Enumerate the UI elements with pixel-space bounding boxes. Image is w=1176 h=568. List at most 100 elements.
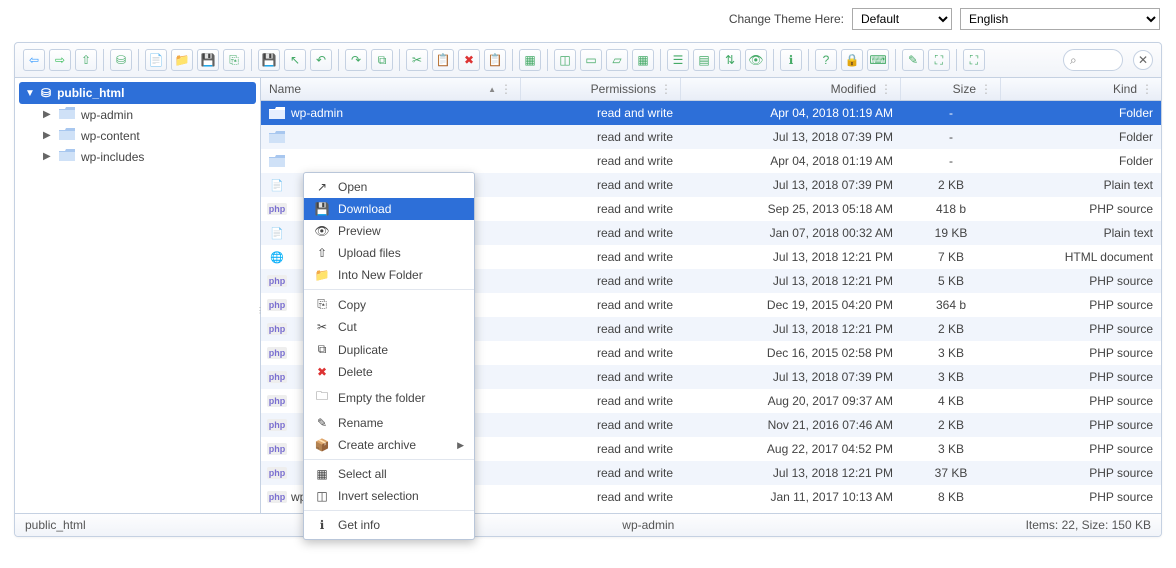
ctx-label: Preview — [338, 224, 381, 238]
preview-tb-button[interactable]: 👁 — [745, 49, 767, 71]
file-row[interactable]: read and writeApr 04, 2018 01:19 AM-Fold… — [261, 149, 1161, 173]
file-modified: Dec 16, 2015 02:58 PM — [681, 343, 901, 363]
ctx-into-new-folder[interactable]: 📁Into New Folder — [304, 264, 474, 286]
search-icon: ⌕ — [1070, 53, 1077, 68]
keyboard-button[interactable]: ⌨ — [867, 49, 889, 71]
file-modified: Jul 13, 2018 07:39 PM — [681, 127, 901, 147]
chmod-button[interactable]: 🔒 — [841, 49, 863, 71]
up-button[interactable]: ⇧ — [75, 49, 97, 71]
view-col-button[interactable]: ▤ — [693, 49, 715, 71]
view-list-button[interactable]: ☰ — [667, 49, 689, 71]
back-button[interactable]: ⇦ — [23, 49, 45, 71]
ctx-upload-files[interactable]: ⇧Upload files — [304, 242, 474, 264]
file-size: 8 KB — [901, 487, 1001, 507]
ctx-create-archive[interactable]: 📦Create archive▶ — [304, 434, 474, 456]
selectall-button[interactable]: ▦ — [519, 49, 541, 71]
ctx-delete[interactable]: ✖Delete — [304, 361, 474, 383]
search-box[interactable]: ⌕ — [1063, 49, 1123, 71]
ctx-empty-the-folder[interactable]: 🗀Empty the folder — [304, 383, 474, 412]
ctx-rename[interactable]: ✎Rename — [304, 412, 474, 434]
ctx-get-info[interactable]: ℹGet info — [304, 514, 474, 536]
ctx-label: Empty the folder — [338, 391, 425, 405]
ctx-select-all[interactable]: ▦Select all — [304, 463, 474, 485]
duplicate-tb-button[interactable]: ⧉ — [371, 49, 393, 71]
tree-root[interactable]: ▼ ⛁ public_html — [19, 82, 256, 104]
save-button[interactable]: 💾 — [197, 49, 219, 71]
column-name[interactable]: Name▲⋮ — [261, 78, 521, 100]
ctx-icon: ℹ — [314, 518, 330, 532]
forward-button[interactable]: ⇨ — [49, 49, 71, 71]
save-disk-button[interactable]: 💾 — [258, 49, 280, 71]
ctx-label: Download — [338, 202, 391, 216]
file-row[interactable]: wp-adminread and writeApr 04, 2018 01:19… — [261, 101, 1161, 125]
file-kind: PHP source — [1001, 367, 1161, 387]
clipboard-button[interactable]: 📋 — [484, 49, 506, 71]
help-button[interactable]: ? — [815, 49, 837, 71]
cut-tb-button[interactable]: ✂ — [406, 49, 428, 71]
new-file-button[interactable]: 📄 — [145, 49, 167, 71]
ctx-preview[interactable]: 👁Preview — [304, 220, 474, 242]
sort-button[interactable]: ⇅ — [719, 49, 741, 71]
undo-button[interactable]: ↶ — [310, 49, 332, 71]
info-button[interactable]: ℹ — [780, 49, 802, 71]
file-kind: Folder — [1001, 151, 1161, 171]
file-kind: PHP source — [1001, 319, 1161, 339]
fullscreen-exit-button[interactable]: ⛶ — [963, 49, 985, 71]
cursor-button[interactable]: ↖ — [284, 49, 306, 71]
deselect2-button[interactable]: ▱ — [606, 49, 628, 71]
column-modified[interactable]: Modified⋮ — [681, 78, 901, 100]
ctx-open[interactable]: ↗Open — [304, 176, 474, 198]
ctx-icon: ✎ — [314, 416, 330, 430]
ctx-duplicate[interactable]: ⧉Duplicate — [304, 338, 474, 361]
ctx-cut[interactable]: ✂ Cut — [304, 316, 474, 338]
file-modified: Apr 04, 2018 01:19 AM — [681, 151, 901, 171]
ctx-invert-selection[interactable]: ◫Invert selection — [304, 485, 474, 507]
file-modified: Jul 13, 2018 12:21 PM — [681, 271, 901, 291]
ctx-label: Copy — [338, 298, 366, 312]
select-rect-button[interactable]: ◫ — [554, 49, 576, 71]
file-row[interactable]: read and writeJul 13, 2018 07:39 PM-Fold… — [261, 125, 1161, 149]
file-modified: Jul 13, 2018 12:21 PM — [681, 319, 901, 339]
ctx-label: Cut — [338, 320, 357, 334]
deselect-button[interactable]: ▭ — [580, 49, 602, 71]
ctx-label: Open — [338, 180, 367, 194]
column-kind[interactable]: Kind⋮ — [1001, 78, 1161, 100]
editor-button[interactable]: ✎ — [902, 49, 924, 71]
ctx-icon: 📁 — [314, 268, 330, 282]
theme-select[interactable]: Default — [852, 8, 952, 30]
paste-button[interactable]: 📋 — [432, 49, 454, 71]
chevron-right-icon: ▶ — [43, 109, 53, 120]
ctx-icon: ✂ — [314, 320, 330, 334]
view-icons-button[interactable]: ▦ — [632, 49, 654, 71]
new-folder-button[interactable]: 📁 — [171, 49, 193, 71]
file-perm: read and write — [521, 175, 681, 195]
ctx-copy[interactable]: ⎘Copy — [304, 293, 474, 316]
fullscreen-button[interactable]: ⛶ — [928, 49, 950, 71]
folder-icon — [269, 106, 285, 120]
tree-item[interactable]: ▶wp-admin — [37, 104, 260, 125]
file-perm: read and write — [521, 463, 681, 483]
file-kind: PHP source — [1001, 391, 1161, 411]
file-size: 37 KB — [901, 463, 1001, 483]
sort-asc-icon: ▲ — [488, 85, 496, 94]
column-size[interactable]: Size⋮ — [901, 78, 1001, 100]
column-permissions[interactable]: Permissions⋮ — [521, 78, 681, 100]
php-icon: php — [269, 274, 285, 288]
file-modified: Sep 25, 2013 05:18 AM — [681, 199, 901, 219]
file-modified: Jul 13, 2018 12:21 PM — [681, 463, 901, 483]
ctx-download[interactable]: 💾Download — [304, 198, 474, 220]
tree-item[interactable]: ▶wp-includes — [37, 146, 260, 167]
php-icon: php — [269, 322, 285, 336]
tree-item[interactable]: ▶wp-content — [37, 125, 260, 146]
copy-btn-button[interactable]: ⎘ — [223, 49, 245, 71]
redo-button[interactable]: ↷ — [345, 49, 367, 71]
close-button[interactable]: ✕ — [1133, 50, 1153, 70]
mount-button[interactable]: ⛁ — [110, 49, 132, 71]
status-path: public_html — [25, 518, 271, 532]
file-size: 3 KB — [901, 343, 1001, 363]
language-select[interactable]: English — [960, 8, 1160, 30]
tree-item-label: wp-content — [81, 129, 140, 143]
delete-tb-button[interactable]: ✖ — [458, 49, 480, 71]
file-manager-panel: ⇦⇨⇧⛁📄📁💾⎘💾↖↶↷⧉✂📋✖📋▦◫▭▱▦☰▤⇅👁ℹ?🔒⌨✎⛶⛶⌕✕ ▼ ⛁ … — [14, 42, 1162, 537]
status-summary: Items: 22, Size: 150 KB — [1026, 518, 1151, 532]
